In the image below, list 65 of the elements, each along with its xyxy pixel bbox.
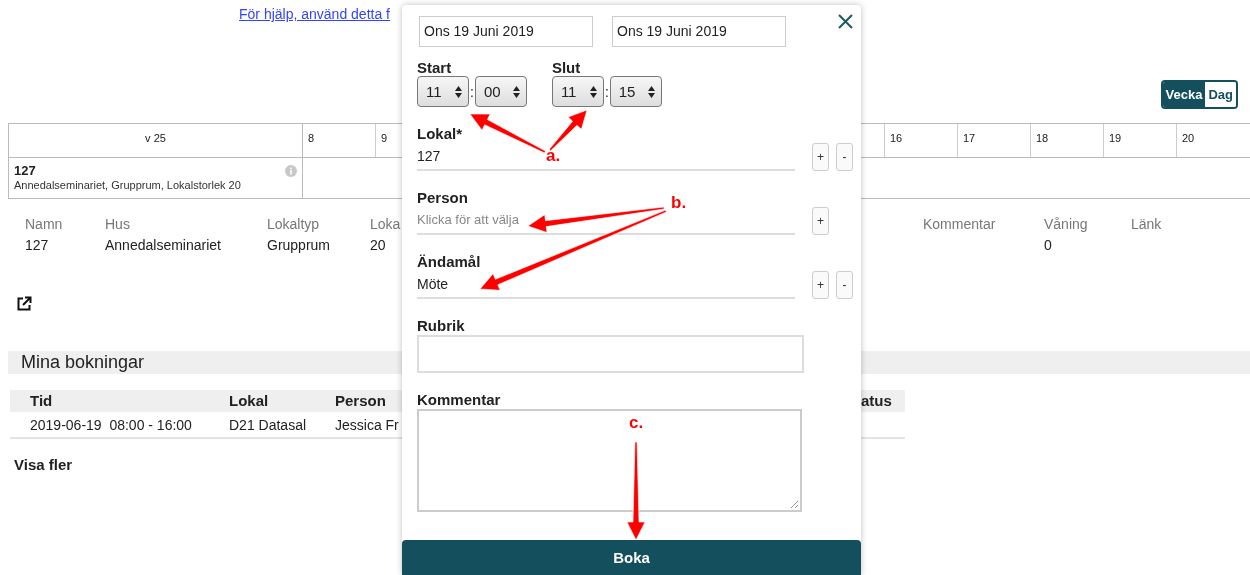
help-link[interactable]: För hjälp, använd detta f <box>239 6 390 22</box>
field-label: Start <box>417 59 452 76</box>
hour-header: 8 <box>303 124 376 157</box>
small-button[interactable]: + <box>812 270 829 299</box>
info-value: 0 <box>1044 237 1053 253</box>
info-value: 127 <box>25 237 50 253</box>
resize-grip-icon[interactable] <box>791 501 798 508</box>
view-tab[interactable]: Vecka <box>1162 82 1206 107</box>
info-label: Länk <box>1131 216 1163 232</box>
input-field[interactable] <box>417 335 804 373</box>
table-cell: D21 Datasal <box>229 416 307 433</box>
info-icon[interactable] <box>285 165 297 177</box>
hour-header: 20 <box>1181 131 1196 146</box>
column-header: atus <box>861 392 892 409</box>
close-icon[interactable] <box>838 14 853 29</box>
up-down-icon <box>647 85 655 98</box>
field-label: Ändamål <box>417 253 481 270</box>
up-down-icon <box>455 85 462 98</box>
date-field[interactable]: Ons 19 Juni 2019 <box>612 16 786 47</box>
table-cell: 2019-06-19 08:00 - 16:00 <box>30 416 192 433</box>
show-more-link[interactable]: Visa fler <box>14 456 73 473</box>
info-value: Annedalseminariet <box>105 237 222 253</box>
info-label: Våning <box>1044 216 1089 232</box>
info-value: Grupprum <box>267 237 332 253</box>
info-label: Hus <box>105 216 131 232</box>
room-details: Annedalseminariet, Grupprum, Lokalstorlek 20 <box>14 179 241 191</box>
week-header: v 25 <box>9 124 303 157</box>
small-button[interactable]: + <box>812 142 829 171</box>
info-value: 20 <box>370 237 387 253</box>
date-field[interactable]: Ons 19 Juni 2019 <box>419 16 593 47</box>
small-button[interactable]: + <box>812 206 829 235</box>
time-separator: : <box>604 83 609 100</box>
info-label: Kommentar <box>923 216 997 232</box>
table-cell: Jessica Fr <box>335 416 399 433</box>
info-label: Loka <box>370 216 402 232</box>
annotation-label: c. <box>629 413 644 433</box>
annotation-label: a. <box>546 146 561 166</box>
column-header: Person <box>335 392 386 409</box>
hour-header: 19 <box>1104 124 1177 157</box>
submit-button[interactable]: Boka <box>402 540 861 575</box>
field-label: Kommentar <box>417 391 501 408</box>
minute-select[interactable]: 00 <box>474 76 527 107</box>
small-button[interactable]: - <box>836 142 853 171</box>
hour-header: 18 <box>1031 124 1104 157</box>
up-down-icon <box>512 85 520 98</box>
up-down-icon <box>589 85 597 98</box>
hour-header: 16 <box>885 124 958 157</box>
room-name: 127 <box>14 163 37 178</box>
arrow <box>549 109 588 151</box>
info-label: Namn <box>25 216 64 232</box>
text-area[interactable] <box>417 409 802 512</box>
column-header: Tid <box>30 392 53 409</box>
hour-select[interactable]: 11 <box>417 76 469 107</box>
info-label: Lokaltyp <box>267 216 321 232</box>
hour-select[interactable]: 11 <box>551 76 604 107</box>
field-label: Rubrik <box>417 317 465 334</box>
hour-header: 17 <box>958 124 1031 157</box>
external-link-icon[interactable] <box>16 296 32 312</box>
small-button[interactable]: - <box>836 270 853 299</box>
minute-select[interactable]: 15 <box>609 76 662 107</box>
time-separator: : <box>470 83 474 100</box>
column-header: Lokal <box>229 392 269 409</box>
section-title: Mina bokningar <box>21 352 145 373</box>
field-label: Person <box>417 189 468 206</box>
field-label: Slut <box>551 59 581 76</box>
